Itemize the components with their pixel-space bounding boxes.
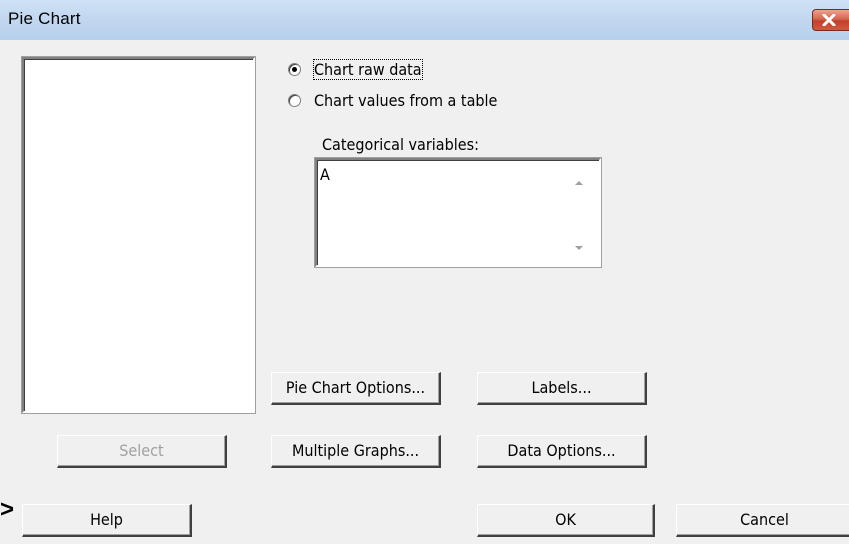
radio-label-chart-raw-data: Chart raw data [313,59,423,80]
dialog-body: Chart raw data Chart values from a table… [0,40,849,544]
help-button[interactable]: Help [22,504,192,537]
close-icon [822,14,836,26]
categorical-variables-label: Categorical variables: [322,135,479,154]
pie-chart-options-button[interactable]: Pie Chart Options... [271,372,441,405]
radio-label-chart-values-from-table: Chart values from a table [314,91,498,110]
ok-button[interactable]: OK [477,504,655,537]
variable-list[interactable] [22,57,255,413]
close-button[interactable] [812,9,849,31]
multiple-graphs-button[interactable]: Multiple Graphs... [271,435,441,468]
categorical-variables-value: A [320,165,330,184]
mouse-cursor: > [0,496,15,523]
radio-button-icon[interactable] [288,63,301,76]
radio-button-icon[interactable] [288,94,301,107]
pie-chart-dialog: Pie Chart Chart raw data Chart values fr… [0,0,849,544]
data-options-button[interactable]: Data Options... [477,435,647,468]
scroll-down-arrow-icon[interactable] [574,243,584,253]
title-bar[interactable]: Pie Chart [0,0,849,40]
select-button[interactable]: Select [57,435,227,468]
cancel-button[interactable]: Cancel [676,504,849,537]
labels-button[interactable]: Labels... [477,372,647,405]
scroll-up-arrow-icon[interactable] [574,178,584,188]
categorical-variables-field[interactable]: A [315,158,601,267]
window-title: Pie Chart [8,9,81,28]
